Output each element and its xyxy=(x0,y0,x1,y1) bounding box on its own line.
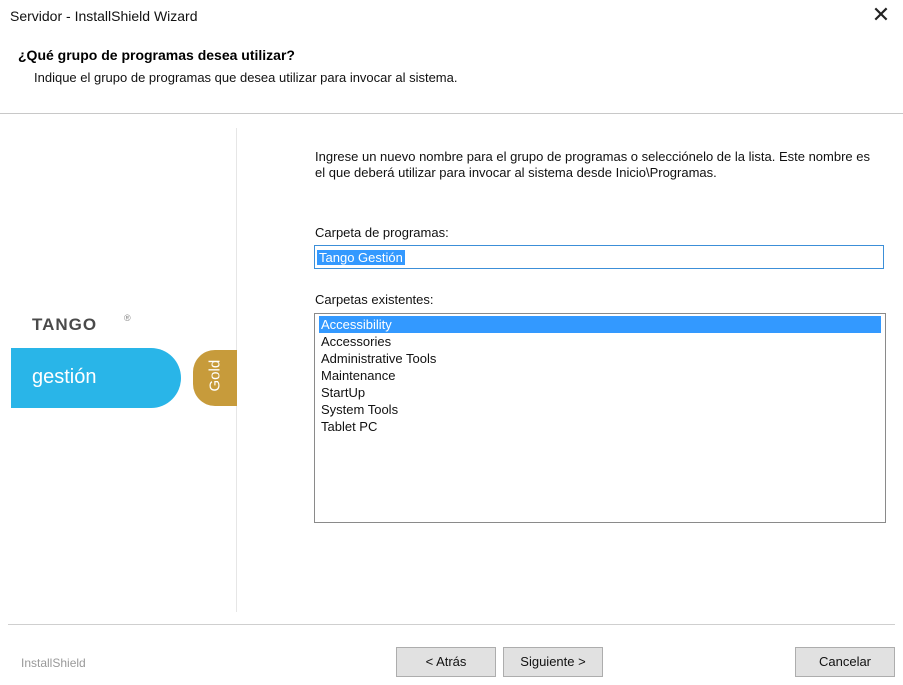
tango-logo: TANGO xyxy=(32,315,98,334)
gold-label: Gold xyxy=(206,359,224,392)
list-item-administrative-tools[interactable]: Administrative Tools xyxy=(319,350,881,367)
list-item-tablet-pc[interactable]: Tablet PC xyxy=(319,418,881,435)
list-item-system-tools[interactable]: System Tools xyxy=(319,401,881,418)
window-title: Servidor - InstallShield Wizard xyxy=(10,8,198,24)
existing-folders-list[interactable]: Accessibility Accessories Administrative… xyxy=(314,313,886,523)
back-button[interactable]: < Atrás xyxy=(396,647,496,677)
list-item-accessories[interactable]: Accessories xyxy=(319,333,881,350)
existing-folders-label: Carpetas existentes: xyxy=(315,292,434,307)
page-title: ¿Qué grupo de programas desea utilizar? xyxy=(18,47,295,63)
tango-logo-mark: ® xyxy=(124,313,131,323)
page-subtitle: Indique el grupo de programas que desea … xyxy=(34,70,458,85)
close-icon[interactable]: ✕ xyxy=(871,4,891,26)
gestion-label: gestión xyxy=(32,366,97,388)
cancel-button[interactable]: Cancelar xyxy=(795,647,895,677)
folder-label: Carpeta de programas: xyxy=(315,225,449,240)
program-folder-value[interactable]: Tango Gestión xyxy=(317,250,405,265)
next-button[interactable]: Siguiente > xyxy=(503,647,603,677)
instructions-text: Ingrese un nuevo nombre para el grupo de… xyxy=(315,149,870,180)
list-item-accessibility[interactable]: Accessibility xyxy=(319,316,881,333)
list-item-startup[interactable]: StartUp xyxy=(319,384,881,401)
installshield-brand: InstallShield xyxy=(21,656,86,670)
footer-divider xyxy=(8,624,895,625)
list-item-maintenance[interactable]: Maintenance xyxy=(319,367,881,384)
